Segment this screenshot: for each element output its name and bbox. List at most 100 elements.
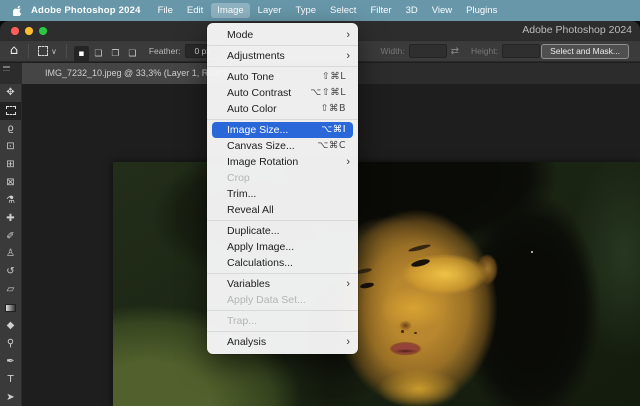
menu-item-label: Apply Image... [227,239,346,255]
menu-item-mode[interactable]: Mode› [207,27,358,43]
menu-item-adjustments[interactable]: Adjustments› [207,48,358,64]
rectangular-marquee-tool[interactable] [0,102,21,120]
panel-collapse-icon[interactable] [3,66,10,71]
menu-item-label: Calculations... [227,255,346,271]
menu-item-label: Image Rotation [227,154,346,170]
menubar-item-type[interactable]: Type [289,3,322,18]
menubar-item-image[interactable]: Image [211,3,249,18]
menubar-item-file[interactable]: File [152,3,179,18]
pen-tool-icon: ✒ [6,356,14,367]
menu-item-label: Adjustments [227,48,346,64]
link-dimensions-icon[interactable]: ⇄ [451,46,459,57]
dodge-tool[interactable]: ⚲ [0,334,21,352]
maximize-window-button[interactable] [39,27,47,35]
blur-tool[interactable]: ◆ [0,317,21,335]
menu-separator [207,45,358,46]
menubar-item-edit[interactable]: Edit [181,3,209,18]
feather-label: Feather: [149,46,181,56]
subtract-from-selection-button[interactable]: ❐ [108,46,123,62]
eyedropper-tool[interactable]: ⚗ [0,191,21,209]
pen-tool[interactable]: ✒ [0,352,21,370]
add-to-selection-button[interactable]: ❏ [91,46,106,62]
menu-separator [207,119,358,120]
menu-item-label: Auto Contrast [227,85,310,101]
home-icon[interactable]: ⌂ [6,41,22,61]
menu-item-auto-tone[interactable]: Auto Tone⇧⌘L [207,69,358,85]
menubar-item-select[interactable]: Select [324,3,362,18]
type-tool[interactable]: T [0,370,21,388]
crop-tool[interactable]: ⊞ [0,156,21,174]
close-window-button[interactable] [11,27,19,35]
brush-tool[interactable]: ✐ [0,227,21,245]
spot-healing-brush-tool-icon: ✚ [6,213,14,224]
eraser-tool-icon: ▱ [7,284,15,295]
gradient-tool[interactable] [0,299,21,317]
history-brush-tool[interactable]: ↺ [0,263,21,281]
apple-logo [13,5,22,16]
eraser-tool[interactable]: ▱ [0,281,21,299]
menubar-item-plugins[interactable]: Plugins [460,3,503,18]
menubar-items: FileEditImageLayerTypeSelectFilter3DView… [151,0,505,21]
menubar-item-filter[interactable]: Filter [364,3,397,18]
marquee-icon [38,46,48,56]
height-input[interactable] [502,44,540,58]
menu-item-auto-color[interactable]: Auto Color⇧⌘B [207,101,358,117]
menu-item-analysis[interactable]: Analysis› [207,334,358,350]
width-input[interactable] [409,44,447,58]
menu-item-reveal-all[interactable]: Reveal All [207,202,358,218]
photo-earring [531,251,533,253]
menubar-item-3d[interactable]: 3D [400,3,424,18]
menu-item-shortcut: ⇧⌘B [321,101,346,117]
menu-separator [207,220,358,221]
menu-item-image-rotation[interactable]: Image Rotation› [207,154,358,170]
menu-item-auto-contrast[interactable]: Auto Contrast⌥⇧⌘L [207,85,358,101]
brush-tool-icon: ✐ [6,231,14,242]
gradient-tool-icon [5,304,16,312]
clone-stamp-tool[interactable]: ♙ [0,245,21,263]
menu-item-label: Analysis [227,334,346,350]
spot-healing-brush-tool[interactable]: ✚ [0,209,21,227]
move-tool[interactable]: ✥ [0,84,21,102]
photo-nostril [414,332,417,335]
menu-item-label: Reveal All [227,202,346,218]
eyedropper-tool-icon: ⚗ [6,195,15,206]
new-selection-button[interactable]: ▪ [74,46,89,62]
menu-item-shortcut: ⌥⌘C [317,138,346,154]
menu-item-image-size[interactable]: Image Size...⌥⌘I [212,122,353,138]
apple-menu-icon[interactable] [13,5,22,16]
height-label: Height: [471,46,498,56]
menu-item-duplicate[interactable]: Duplicate... [207,223,358,239]
menu-item-variables[interactable]: Variables› [207,276,358,292]
menu-item-label: Crop [227,170,346,186]
frame-tool[interactable]: ⊠ [0,173,21,191]
menubar-app-name: Adobe Photoshop 2024 [31,5,141,16]
width-label: Width: [381,46,405,56]
macos-menubar: Adobe Photoshop 2024 FileEditImageLayerT… [0,0,640,21]
document-tab[interactable]: IMG_7232_10.jpeg @ 33,3% (Layer 1, RGB/8 [22,63,232,84]
menu-item-trim[interactable]: Trim... [207,186,358,202]
menu-separator [207,273,358,274]
object-selection-tool[interactable]: ⊡ [0,138,21,156]
menu-item-shortcut: ⇧⌘L [322,69,346,85]
document-tab-title: IMG_7232_10.jpeg @ 33,3% (Layer 1, RGB/8 [22,63,229,84]
intersect-selection-button[interactable]: ❑ [125,46,140,62]
menubar-item-layer[interactable]: Layer [252,3,288,18]
menubar-item-view[interactable]: View [426,3,458,18]
lasso-tool[interactable]: ϱ [0,120,21,138]
type-tool-icon: T [7,374,13,385]
active-tool-preset[interactable]: ∨ [35,46,60,56]
menu-item-canvas-size[interactable]: Canvas Size...⌥⌘C [207,138,358,154]
screen: Adobe Photoshop 2024 FileEditImageLayerT… [0,0,640,406]
blur-tool-icon: ◆ [7,320,15,331]
menu-item-apply-image[interactable]: Apply Image... [207,239,358,255]
photo-left-eye [359,282,374,289]
path-selection-tool[interactable]: ➤ [0,388,21,406]
minimize-window-button[interactable] [25,27,33,35]
menu-item-label: Canvas Size... [227,138,317,154]
menu-item-calculations[interactable]: Calculations... [207,255,358,271]
path-selection-tool-icon: ➤ [6,392,14,403]
select-and-mask-button[interactable]: Select and Mask... [541,44,629,59]
canvas-photo[interactable] [113,162,640,406]
lasso-tool-icon: ϱ [7,123,13,134]
history-brush-tool-icon: ↺ [6,266,14,277]
